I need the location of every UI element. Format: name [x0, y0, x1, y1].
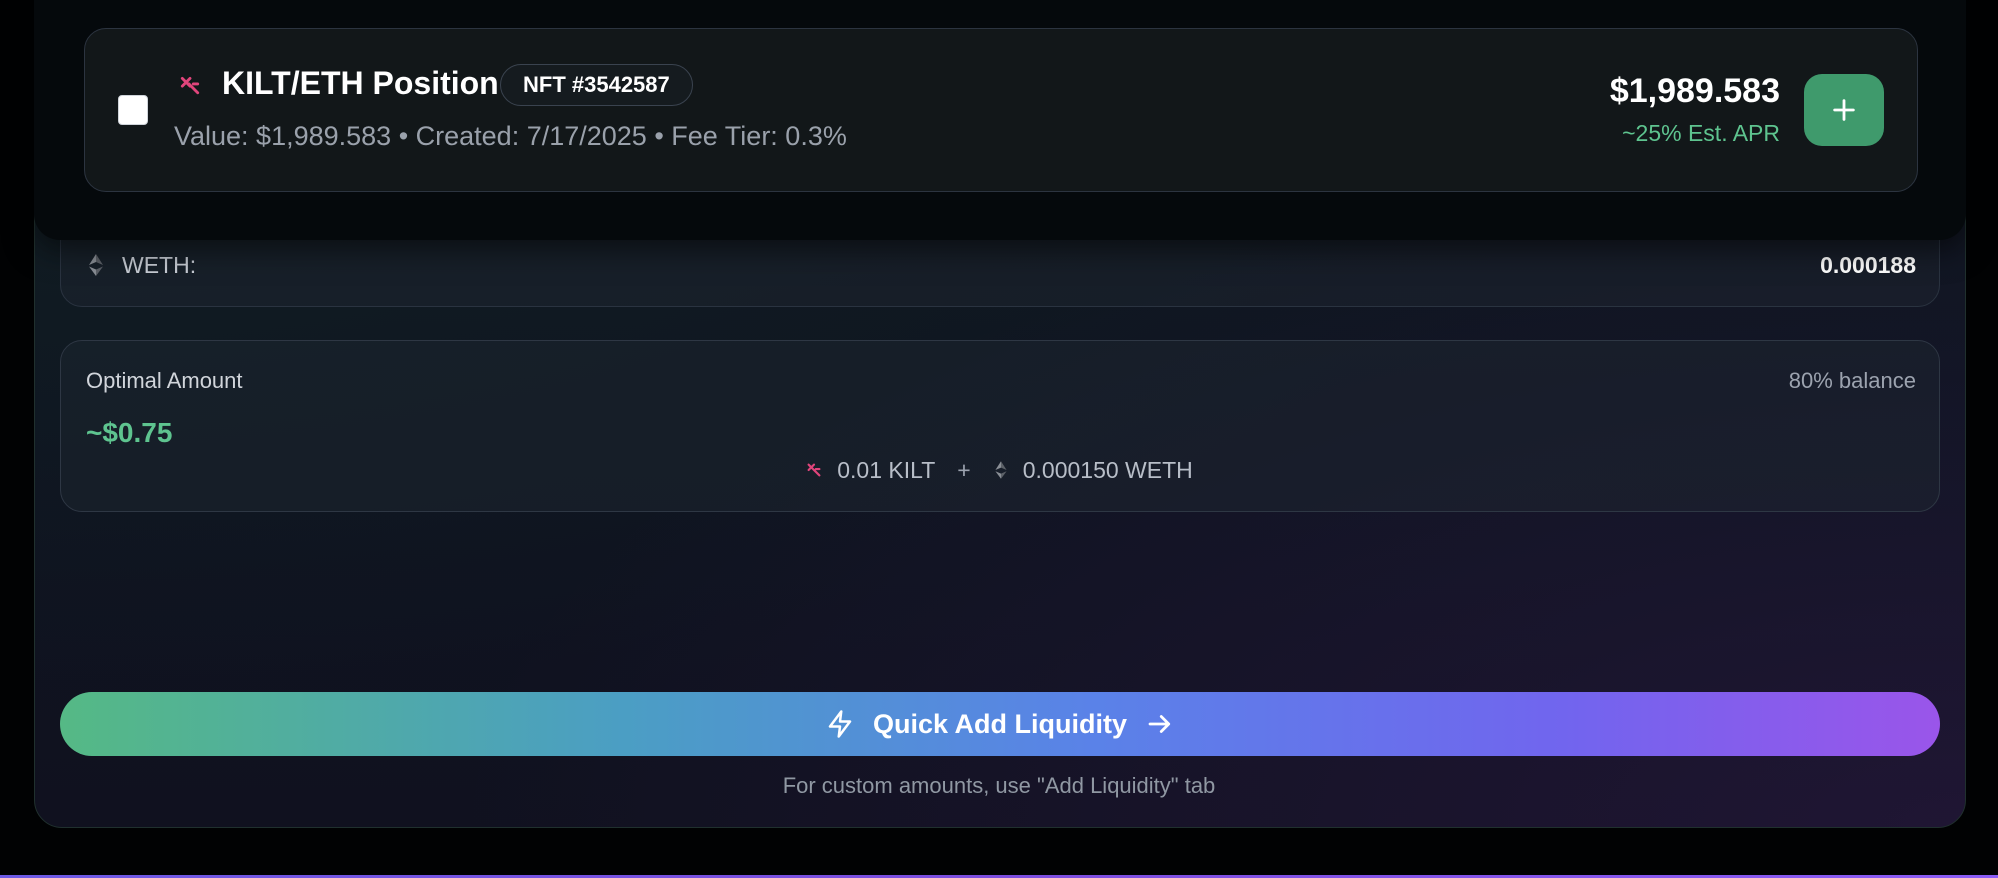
kilt-token-icon	[807, 463, 821, 477]
weth-balance-row: WETH: 0.000188	[86, 250, 1916, 280]
lightning-icon	[828, 710, 852, 738]
eth-token-icon	[89, 254, 103, 276]
plus-separator: +	[957, 456, 971, 483]
custom-amount-hint: For custom amounts, use "Add Liquidity" …	[782, 773, 1216, 798]
eth-token-icon	[995, 461, 1007, 479]
quick-add-liquidity-button[interactable]: Quick Add Liquidity	[60, 692, 1940, 756]
quick-add-label: Quick Add Liquidity	[873, 708, 1127, 739]
weth-amount: 0.000150 WETH	[1022, 456, 1193, 483]
add-to-position-button[interactable]	[1804, 74, 1884, 146]
optimal-amount-title: Optimal Amount	[86, 368, 243, 393]
plus-icon	[1833, 99, 1855, 121]
position-est-apr: ~25% Est. APR	[1622, 120, 1780, 146]
arrow-right-icon	[1148, 715, 1171, 733]
position-details: Value: $1,989.583 • Created: 7/17/2025 •…	[174, 121, 847, 151]
position-title: KILT/ETH Position	[222, 65, 499, 101]
weth-label: WETH:	[122, 251, 197, 278]
position-select-checkbox[interactable]	[118, 95, 148, 125]
optimal-usd-value: ~$0.75	[86, 417, 173, 448]
kilt-amount: 0.01 KILT	[837, 456, 936, 483]
kilt-token-icon	[180, 76, 200, 95]
nft-id-badge: NFT #3542587	[500, 64, 693, 106]
weth-balance-value: 0.000188	[1820, 251, 1916, 278]
optimal-balance-percent: 80% balance	[1788, 368, 1916, 393]
optimal-amount-card	[60, 340, 1940, 512]
optimal-token-breakdown: 0.01 KILT + 0.000150 WETH	[0, 454, 1998, 486]
position-value: $1,989.583	[1609, 72, 1780, 110]
